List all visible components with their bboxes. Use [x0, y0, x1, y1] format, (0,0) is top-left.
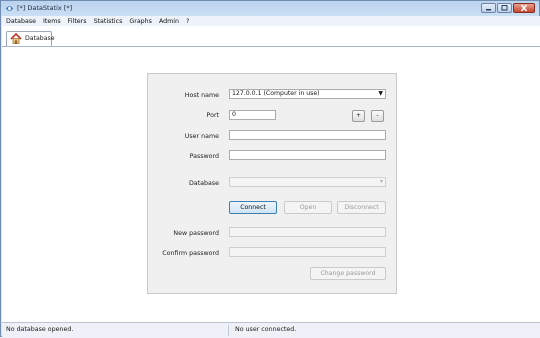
menu-bar: Database Items Filters Statistics Graphs…	[2, 16, 540, 26]
maximize-button[interactable]	[497, 3, 512, 13]
status-divider	[228, 325, 229, 336]
disconnect-button[interactable]: Disconnect	[337, 201, 386, 214]
application-window: [*] DataStatix [*] Database Items Filter…	[0, 0, 540, 338]
open-label: Open	[299, 204, 317, 211]
menu-help[interactable]: ?	[182, 18, 192, 25]
connect-label: Connect	[240, 204, 266, 211]
host-label: Host name	[184, 92, 219, 99]
minimize-icon	[486, 9, 491, 11]
chevron-down-icon: ▾	[379, 178, 383, 185]
connection-panel: Host name 127.0.0.1 (Computer in use) ▼ …	[147, 73, 397, 294]
title-bar[interactable]: [*] DataStatix [*]	[1, 1, 539, 16]
plus-label: +	[355, 112, 362, 119]
disconnect-label: Disconnect	[344, 204, 379, 211]
minus-label: -	[376, 112, 379, 119]
database-label: Database	[188, 180, 219, 187]
menu-statistics[interactable]: Statistics	[90, 18, 126, 25]
port-increment-button[interactable]: +	[352, 110, 365, 122]
chevron-down-icon: ▼	[378, 90, 383, 97]
window-controls	[480, 3, 535, 14]
menu-admin[interactable]: Admin	[155, 18, 182, 25]
new-password-label: New password	[173, 230, 219, 237]
menu-filters[interactable]: Filters	[64, 18, 90, 25]
status-bar: No database opened. No user connected.	[2, 322, 540, 338]
window-title: [*] DataStatix [*]	[17, 4, 73, 12]
menu-database[interactable]: Database	[2, 18, 39, 25]
password-label: Password	[189, 153, 219, 160]
tab-strip: Database	[2, 26, 540, 47]
password-field[interactable]	[229, 150, 386, 160]
menu-items[interactable]: Items	[39, 18, 64, 25]
minimize-button[interactable]	[481, 3, 496, 13]
close-button[interactable]	[513, 3, 535, 13]
confirm-password-field[interactable]	[229, 247, 386, 257]
confirm-password-label: Confirm password	[162, 250, 219, 257]
main-area: Host name 127.0.0.1 (Computer in use) ▼ …	[2, 47, 540, 322]
tab-label: Database	[25, 35, 55, 42]
port-decrement-button[interactable]: -	[371, 110, 384, 122]
tab-database[interactable]: Database	[6, 31, 55, 46]
menu-graphs[interactable]: Graphs	[125, 18, 155, 25]
host-select[interactable]: 127.0.0.1 (Computer in use) ▼	[229, 89, 386, 99]
close-icon	[520, 4, 528, 12]
open-button[interactable]: Open	[284, 201, 332, 214]
port-field[interactable]: 0	[229, 110, 276, 120]
maximize-icon	[501, 5, 508, 11]
user-name-label: User name	[184, 133, 219, 140]
port-value: 0	[232, 111, 236, 118]
port-label: Port	[206, 112, 219, 119]
host-value: 127.0.0.1 (Computer in use)	[232, 90, 320, 97]
database-select[interactable]: ▾	[229, 177, 386, 187]
datastatix-logo-icon	[5, 6, 14, 11]
status-user: No user connected.	[235, 326, 297, 333]
change-password-button[interactable]: Change password	[310, 267, 386, 280]
house-icon	[10, 33, 22, 44]
new-password-field[interactable]	[229, 227, 386, 237]
status-database: No database opened.	[6, 326, 74, 333]
change-password-label: Change password	[320, 270, 376, 277]
user-name-field[interactable]	[229, 130, 386, 140]
connect-button[interactable]: Connect	[229, 201, 277, 214]
